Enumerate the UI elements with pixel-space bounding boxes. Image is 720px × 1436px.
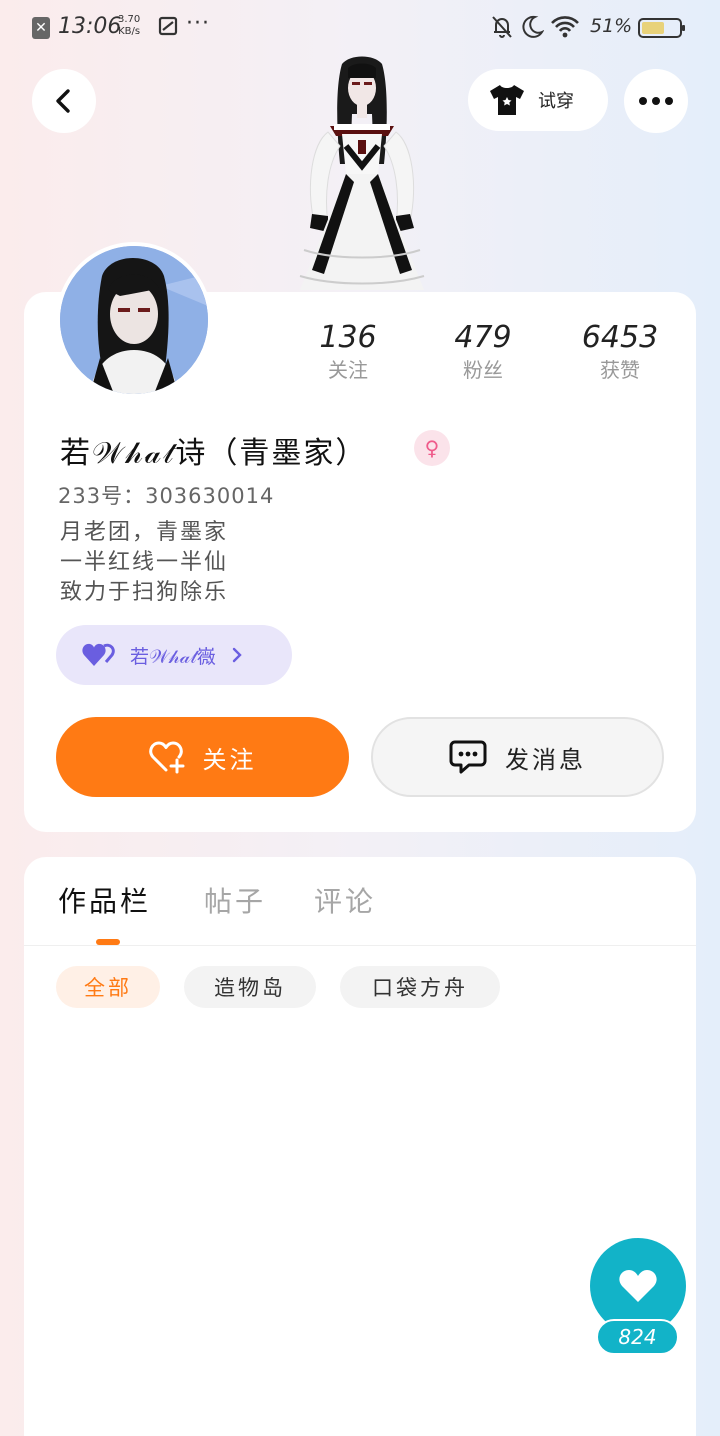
moon-icon bbox=[522, 15, 544, 38]
bell-muted-icon bbox=[492, 16, 512, 38]
stat-fans[interactable]: 479 粉丝 bbox=[423, 320, 543, 384]
network-speed: 3.70 KB/s bbox=[118, 14, 141, 37]
send-message-label: 发消息 bbox=[505, 745, 586, 774]
double-heart-icon bbox=[82, 643, 115, 666]
send-message-button[interactable]: 发消息 bbox=[371, 717, 664, 797]
tab-posts[interactable]: 帖子 bbox=[204, 880, 266, 920]
chevron-right-icon bbox=[232, 647, 242, 663]
bio-line: 一半红线一半仙 bbox=[60, 550, 229, 575]
filter-chip-all[interactable]: 全部 bbox=[56, 966, 160, 1008]
stat-fans-label: 粉丝 bbox=[463, 358, 503, 382]
profile-name: 若𝒲𝒽𝒶𝓉诗（青墨家） bbox=[60, 436, 368, 471]
stat-likes[interactable]: 6453 获赞 bbox=[560, 320, 680, 384]
status-bar: ✕ 13:06 3.70 KB/s ··· 51% bbox=[0, 0, 720, 56]
profile-bio: 月老团，青墨家 一半红线一半仙 致力于扫狗除乐 bbox=[60, 518, 228, 608]
stat-following-count: 136 bbox=[319, 320, 377, 355]
try-on-button[interactable]: 试穿 bbox=[468, 69, 608, 131]
avatar[interactable] bbox=[56, 242, 212, 398]
more-button[interactable] bbox=[624, 69, 688, 133]
tab-works[interactable]: 作品栏 bbox=[58, 880, 151, 920]
fan-club-label: 若𝒲𝒽𝒶𝓉嶶 bbox=[130, 645, 216, 668]
status-time: 13:06 bbox=[58, 14, 122, 39]
bio-line: 致力于扫狗除乐 bbox=[60, 580, 229, 605]
stat-fans-count: 479 bbox=[454, 320, 512, 355]
stat-likes-count: 6453 bbox=[581, 320, 659, 355]
follow-button[interactable]: 关注 bbox=[56, 717, 349, 797]
notification-x-icon: ✕ bbox=[32, 17, 50, 39]
stat-following-label: 关注 bbox=[328, 358, 368, 382]
content-card bbox=[24, 857, 696, 1436]
follow-label: 关注 bbox=[202, 745, 257, 774]
avatar-image bbox=[60, 246, 208, 394]
like-count: 824 bbox=[596, 1319, 679, 1355]
heart-icon bbox=[619, 1270, 657, 1302]
heart-plus-icon bbox=[148, 741, 184, 774]
back-button[interactable] bbox=[32, 69, 96, 133]
try-on-label: 试穿 bbox=[538, 91, 574, 112]
tshirt-icon bbox=[490, 85, 524, 115]
chevron-left-icon bbox=[56, 89, 70, 113]
bio-line: 月老团，青墨家 bbox=[60, 520, 229, 545]
chat-bubble-icon bbox=[449, 740, 487, 774]
tab-comments[interactable]: 评论 bbox=[314, 880, 376, 920]
fan-club-badge[interactable]: 若𝒲𝒽𝒶𝓉嶶 bbox=[56, 625, 292, 685]
stat-likes-label: 获赞 bbox=[600, 358, 640, 382]
filter-chip-creation-island[interactable]: 造物岛 bbox=[184, 966, 316, 1008]
stat-following[interactable]: 136 关注 bbox=[288, 320, 408, 384]
status-more: ··· bbox=[186, 11, 210, 36]
more-dots-icon bbox=[639, 97, 673, 105]
filter-chip-pocket-ark[interactable]: 口袋方舟 bbox=[340, 966, 500, 1008]
user-id: 233号：303630014 bbox=[58, 484, 275, 508]
tab-divider bbox=[24, 945, 696, 946]
wifi-icon bbox=[551, 16, 579, 38]
battery-icon bbox=[638, 18, 685, 38]
screenshot-icon bbox=[158, 16, 178, 36]
avatar-figure-image bbox=[299, 56, 425, 290]
battery-percent: 51% bbox=[590, 15, 633, 37]
female-gender-icon: ♀ bbox=[414, 430, 450, 466]
